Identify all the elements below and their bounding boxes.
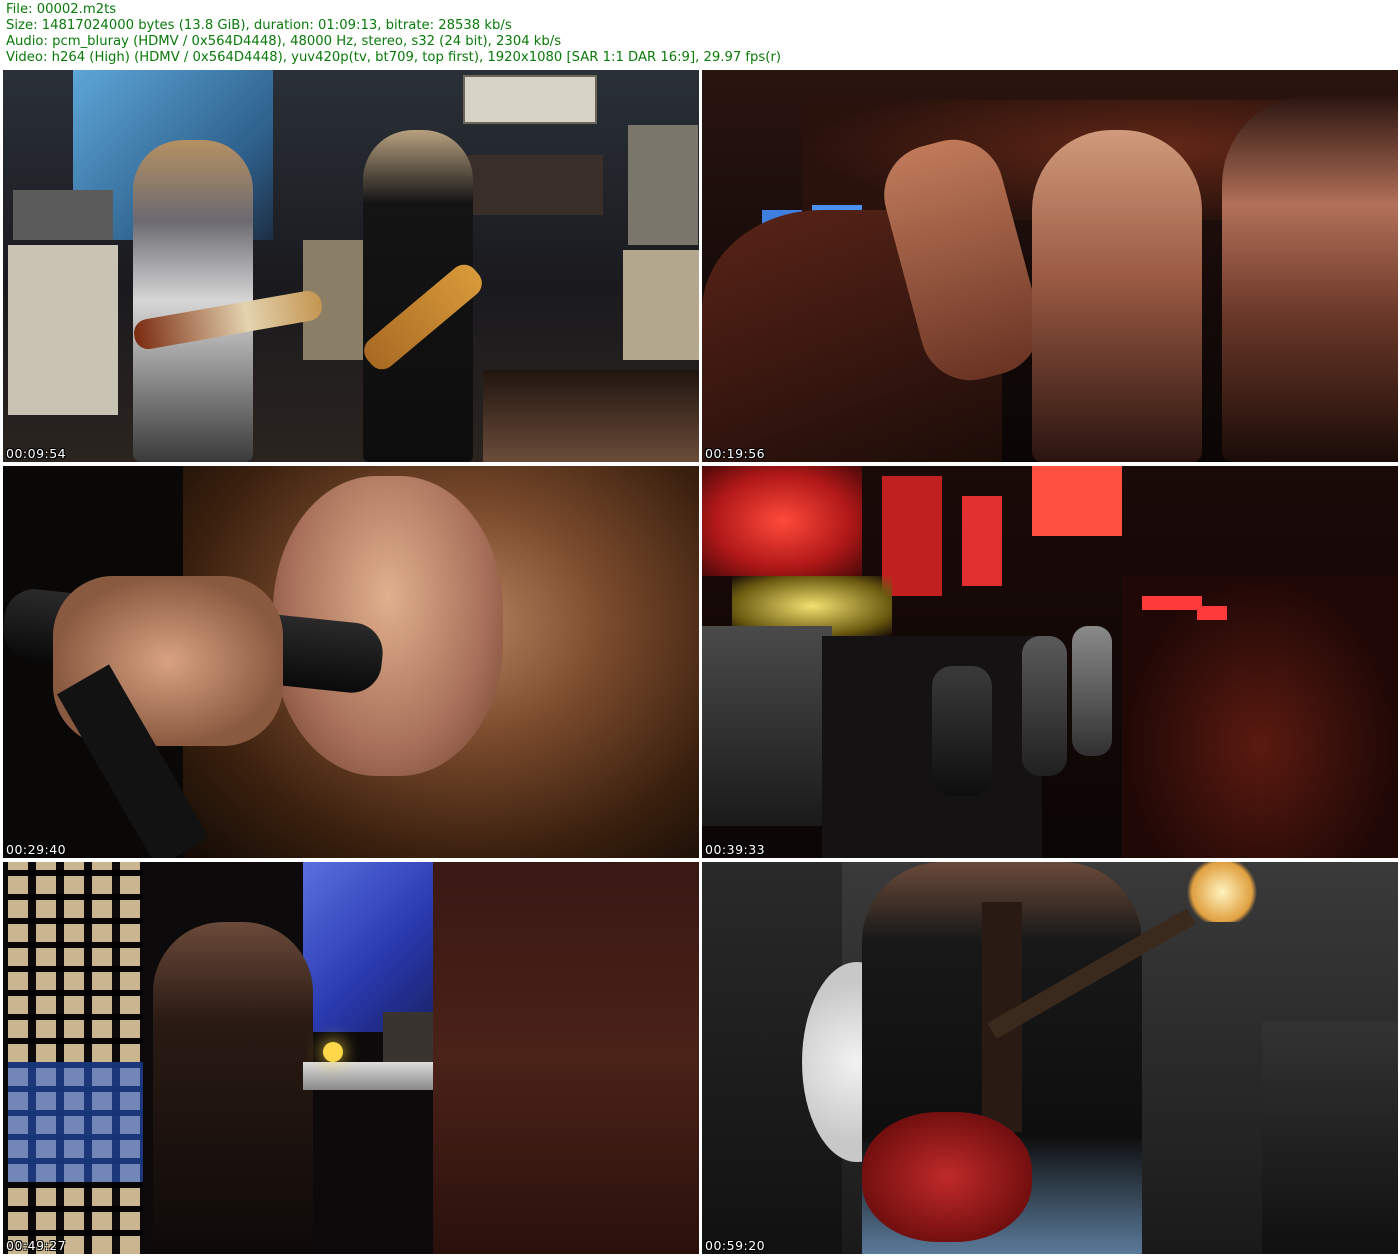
singer: [1072, 626, 1112, 756]
timestamp-3: 00:29:40: [6, 842, 67, 857]
thumbnail-5: 00:49:27: [3, 862, 699, 1254]
timestamp-5: 00:49:27: [6, 1238, 67, 1253]
amp-cabinet-right: [623, 250, 699, 360]
amp-cabinet-left: [8, 245, 118, 415]
file-name-line: File: 00002.m2ts: [6, 2, 117, 17]
timestamp-1: 00:09:54: [6, 446, 67, 461]
thumbnail-3: 00:29:40: [3, 466, 699, 858]
guitarist-left: [133, 140, 253, 462]
amp-left: [13, 190, 113, 240]
red-light-2: [1197, 606, 1227, 620]
red-sg-guitar-body: [862, 1112, 1032, 1242]
thumbnail-4: 00:39:33: [702, 466, 1398, 858]
woman-right: [1222, 95, 1398, 462]
led-panel-2: [962, 496, 1002, 586]
crowd-hands: [483, 370, 699, 462]
guitarist-1: [932, 666, 992, 796]
thumbnail-2: 00:19:56: [702, 70, 1398, 462]
audio-info-line: Audio: pcm_bluray (HDMV / 0x564D4448), 4…: [6, 34, 562, 49]
piano-body: [433, 862, 699, 1254]
stage-light: [1182, 862, 1262, 922]
guitarist-2: [1022, 636, 1067, 776]
drum-hardware: [1262, 1022, 1398, 1254]
red-light-1: [1142, 596, 1202, 610]
timestamp-6: 00:59:20: [705, 1238, 766, 1253]
timestamp-4: 00:39:33: [705, 842, 766, 857]
crowd-right: [1122, 576, 1398, 858]
thumbnail-6: 00:59:20: [702, 862, 1398, 1254]
amp-head: [463, 75, 597, 124]
light-grid-left: [8, 862, 143, 1254]
file-info-header: File: 00002.m2ts Size: 14817024000 bytes…: [6, 2, 781, 66]
amp-cabinet-top: [463, 155, 603, 215]
thumbnail-1: 00:09:54: [3, 70, 699, 462]
timestamp-2: 00:19:56: [705, 446, 766, 461]
stage-light: [323, 1042, 343, 1062]
file-size-line: Size: 14817024000 bytes (13.8 GiB), dura…: [6, 18, 512, 33]
keyboard-player: [153, 922, 313, 1254]
led-panel-3: [1032, 466, 1122, 536]
woman-center: [1032, 130, 1202, 462]
video-info-line: Video: h264 (High) (HDMV / 0x564D4448), …: [6, 50, 782, 65]
speaker-stack: [702, 626, 832, 826]
blue-light-left: [8, 1062, 143, 1182]
amp-stack-right: [628, 125, 698, 245]
led-screen-left: [702, 466, 862, 576]
